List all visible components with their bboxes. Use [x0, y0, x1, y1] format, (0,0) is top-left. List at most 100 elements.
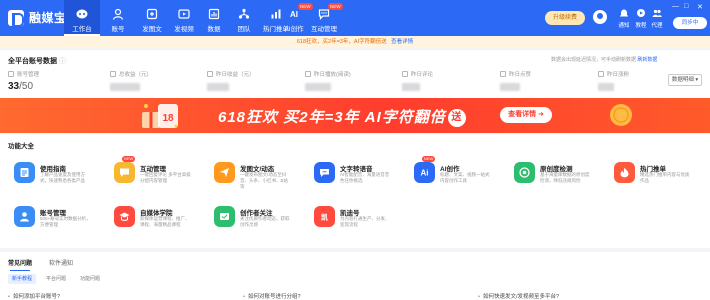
like-icon: [500, 71, 506, 77]
feature-ai-create[interactable]: Ai NEW AI创作 标题、文案、视频一站式内容创作工具: [408, 156, 498, 192]
stat-yesterday-likes: 昨日点赞: [500, 70, 531, 93]
promo-strip: 618狂欢，买2年=3年，AI字符翻倍送 查看详情: [0, 36, 710, 48]
originality-check-icon: [519, 167, 530, 178]
account-manage-icon: [20, 212, 29, 222]
nav-item-interaction[interactable]: NEW 互动管理: [306, 0, 343, 36]
new-badge: NEW: [328, 3, 343, 10]
faq-question-item[interactable]: 如何快速发文/发视频至多平台?: [478, 292, 559, 300]
tutorial-icon: [637, 9, 645, 17]
feature-creator-follow[interactable]: 创作者关注 关注优质作者动态，获取创作灵感: [208, 202, 298, 236]
nav-item-publish-article[interactable]: 发图文: [134, 0, 170, 36]
ai-create-icon: AI: [290, 10, 298, 19]
feature-account-manage[interactable]: 账号管理 500+账号实时数据分析，方便管理: [8, 202, 98, 236]
stat-yesterday-comments: 昨日评论: [402, 70, 433, 93]
promo-banner[interactable]: 18 618狂欢 买2年=3年 AI字符翻倍送 查看详情 ➜: [0, 98, 710, 133]
feature-interaction-manage[interactable]: NEW 互动管理 一键回复评论 多平台高级分配内容管理: [108, 156, 198, 192]
blurred-value: [402, 83, 420, 91]
kaidi-logo-icon: 凯: [321, 213, 328, 222]
banner-tag: 送: [447, 109, 466, 128]
svg-text:Ai: Ai: [421, 169, 429, 178]
nav-item-account[interactable]: 账号: [100, 0, 136, 36]
coin-decoration: [610, 104, 632, 126]
home-icon: [76, 9, 88, 19]
revenue-icon: [110, 71, 116, 77]
feature-academy[interactable]: 自媒体学院 新媒体运营课程、推广、课程、海量精品课程: [108, 202, 198, 236]
team-icon: [238, 8, 250, 19]
play-icon: [305, 71, 311, 77]
notification-button[interactable]: 通知: [615, 8, 633, 29]
agent-button[interactable]: 代理: [648, 8, 666, 29]
feature-kaidi[interactable]: 凯 凯迪号 为内容打通生产、分发、变现流程: [308, 202, 398, 236]
banner-detail-button[interactable]: 查看详情 ➜: [500, 107, 552, 123]
stat-accounts[interactable]: 账号管理 33/50: [8, 70, 39, 92]
chip-feature-issues[interactable]: 功能问题: [76, 274, 104, 284]
tab-software-notice[interactable]: 软件通知: [49, 258, 73, 267]
stat-label: 昨日点赞: [509, 72, 532, 78]
publish-video-icon: [178, 9, 190, 19]
stat-label: 昨日涨粉: [607, 72, 630, 78]
text-to-speech-icon: [320, 169, 329, 177]
blurred-value: [207, 83, 229, 91]
minimize-button[interactable]: —: [672, 3, 679, 10]
new-badge: NEW: [422, 156, 436, 162]
account-icon: [112, 8, 124, 20]
feature-desc: 基于海量库数据的原创度检测，降低违规风险: [540, 172, 590, 183]
faq-question-item[interactable]: 如何添加平台账号?: [8, 292, 60, 300]
fans-icon: [598, 71, 604, 77]
bell-icon: [620, 9, 628, 17]
app-logo[interactable]: 融媒宝: [8, 9, 67, 27]
faq-section: 常见问题 软件通知 新手教程 平台问题 功能问题 如何添加平台账号? 如何对账号…: [0, 252, 710, 300]
feature-desc: 新媒体运营课程、推广、课程、海量精品课程: [140, 216, 190, 227]
close-button[interactable]: ✕: [697, 3, 703, 11]
nav-label: 团队: [237, 26, 251, 33]
tab-faq[interactable]: 常见问题: [8, 258, 32, 271]
interaction-manage-icon: [120, 168, 129, 177]
gift-box-decoration: 18: [142, 104, 178, 128]
stat-label: 昨日收益（元）: [216, 72, 255, 78]
feature-publish-article[interactable]: 发图文/动态 一键发布图文/动态至抖音、头条、小红书、B站等: [208, 158, 298, 192]
nav-item-team[interactable]: 团队: [226, 0, 262, 36]
blurred-value: [500, 83, 520, 91]
help-icon: ⓘ: [58, 58, 66, 65]
blurred-value: [305, 83, 331, 91]
features-section: 功能大全 使用指南 了解产品速度及使用方式，快速熟悉各类产品 NEW 互动管理 …: [0, 134, 710, 248]
data-detail-button[interactable]: 数据明细 ▾: [668, 74, 702, 86]
maximize-button[interactable]: □: [684, 3, 688, 10]
svg-text:AI: AI: [290, 10, 298, 19]
avatar[interactable]: [593, 10, 607, 24]
academy-icon: [119, 212, 130, 221]
nav-item-workbench[interactable]: 工作台: [64, 0, 100, 36]
feature-hot-orders[interactable]: 热门推单 精选热门推单内容与优质作品: [608, 158, 698, 192]
top-nav-bar: 融媒宝 工作台 账号 发图文 发视频 数据 团队 热门推单 AI NEW AI创…: [0, 0, 710, 36]
promo-text: 618狂欢，买2年=3年，AI字符翻倍送: [296, 39, 387, 45]
publish-article-icon: [146, 8, 158, 20]
promo-link[interactable]: 查看详情: [391, 39, 413, 45]
faq-question-item[interactable]: 如何对账号进行分组?: [243, 292, 301, 300]
feature-desc: 一键发布图文/动态至抖音、头条、小红书、B站等: [240, 172, 289, 189]
refresh-data-link[interactable]: 刷新数据: [637, 57, 657, 63]
feature-desc: 一键回复评论 多平台高级分配内容管理: [140, 172, 191, 183]
guide-icon: [20, 168, 29, 177]
feature-desc: 500+账号实时数据分析，方便管理: [40, 216, 91, 227]
notification-label: 通知: [618, 23, 630, 29]
ai-icon: Ai: [421, 169, 429, 178]
upgrade-button[interactable]: 升级续费: [545, 11, 585, 25]
chip-beginner-tutorial[interactable]: 新手教程: [8, 274, 37, 284]
stat-label: 账号管理: [17, 72, 40, 78]
feature-desc: 标题、文案、视频一站式内容创作工具: [440, 172, 490, 183]
fire-icon: [620, 167, 629, 178]
chip-platform-issues[interactable]: 平台问题: [42, 274, 70, 284]
svg-text:18: 18: [162, 113, 174, 124]
feature-guide[interactable]: 使用指南 了解产品速度及使用方式，快速熟悉各类产品: [8, 158, 98, 192]
stat-yesterday-plays: 昨日播放(阅读): [305, 70, 351, 93]
creator-follow-icon: [220, 213, 229, 220]
account-data-card: 全平台账号数据 ⓘ 数据会出现延迟情况，可手动刷新数据 刷新数据 账号管理 33…: [0, 50, 710, 98]
revenue-icon: [207, 71, 213, 77]
send-icon: [220, 168, 229, 177]
sync-button[interactable]: 同步中: [673, 17, 707, 29]
feature-originality-check[interactable]: 原创度检测 基于海量库数据的原创度检测，降低违规风险: [508, 158, 598, 192]
feature-desc: AI智能配音，海量语音音色任你挑选: [340, 172, 390, 183]
stat-label: 昨日播放(阅读): [314, 72, 351, 78]
feature-text-to-speech[interactable]: 文字转语音 AI智能配音，海量语音音色任你挑选: [308, 158, 398, 192]
nav-label: 工作台: [72, 26, 92, 33]
